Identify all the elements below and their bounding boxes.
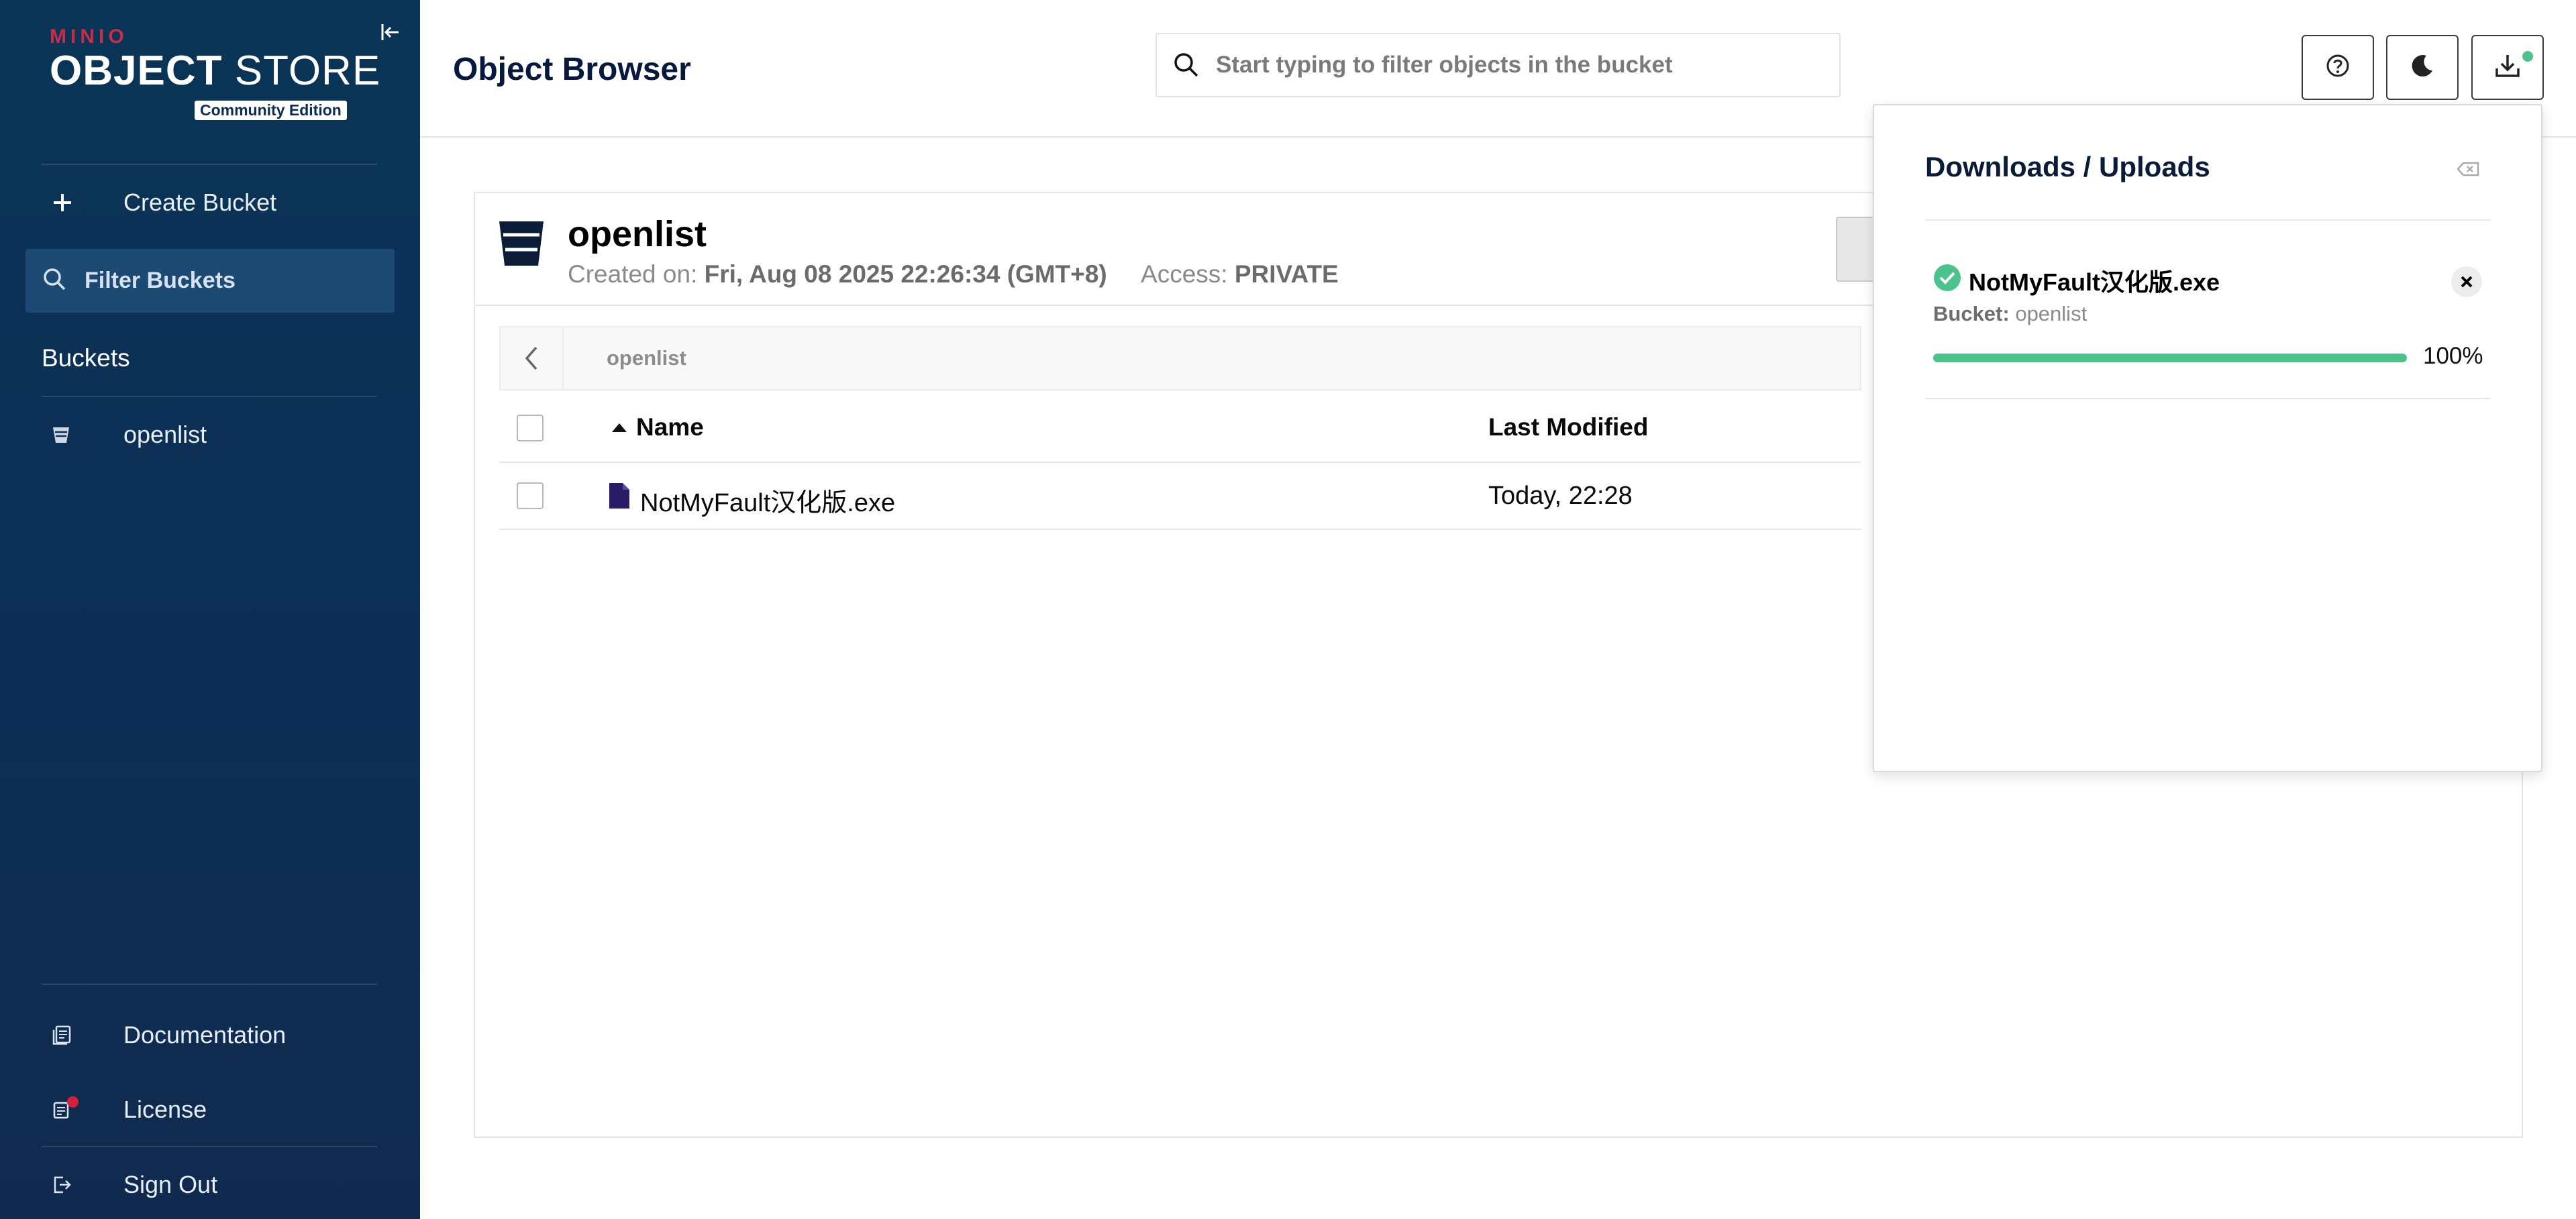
bucket-icon bbox=[497, 219, 546, 272]
bucket-created-value: Fri, Aug 08 2025 22:26:34 (GMT+8) bbox=[704, 260, 1107, 288]
sign-out-button[interactable]: Sign Out bbox=[42, 1165, 377, 1205]
transfer-progress-text: 100% bbox=[2423, 343, 2483, 369]
transfer-progress-fill bbox=[1933, 354, 2407, 362]
clear-all-icon[interactable] bbox=[2455, 159, 2482, 179]
downloads-uploads-panel: Downloads / Uploads NotMyFault汉化版.exe Bu… bbox=[1873, 104, 2542, 772]
close-icon[interactable] bbox=[2451, 266, 2482, 297]
transfer-file-name: NotMyFault汉化版.exe bbox=[1969, 268, 2220, 296]
table-header: Name Last Modified bbox=[499, 390, 1861, 463]
bucket-name: openlist bbox=[568, 214, 707, 254]
minio-logo: MINIO OBJECT STORE Community Edition bbox=[50, 25, 381, 120]
license-link[interactable]: License bbox=[42, 1090, 377, 1130]
bucket-info-card: openlist Created on: Fri, Aug 08 2025 22… bbox=[474, 192, 1903, 306]
filter-buckets-label: Filter Buckets bbox=[85, 268, 236, 293]
license-alert-dot bbox=[67, 1096, 79, 1108]
sidebar-divider bbox=[42, 984, 377, 985]
plus-icon bbox=[42, 182, 89, 223]
activity-indicator-dot bbox=[2521, 50, 2534, 63]
buckets-section-title: Buckets bbox=[42, 344, 130, 372]
create-bucket-button[interactable]: Create Bucket bbox=[42, 182, 377, 223]
download-tray-icon bbox=[2493, 51, 2522, 84]
sort-ascending-icon bbox=[611, 421, 628, 437]
breadcrumb-path[interactable]: openlist bbox=[607, 346, 686, 370]
moon-icon bbox=[2409, 52, 2436, 83]
bucket-access-value: PRIVATE bbox=[1234, 260, 1339, 288]
search-icon bbox=[42, 266, 67, 295]
logo-edition: Community Edition bbox=[195, 101, 347, 120]
sidebar: MINIO OBJECT STORE Community Edition Cre… bbox=[0, 0, 420, 1219]
transfer-bucket: Bucket: openlist bbox=[1933, 302, 2088, 325]
license-label: License bbox=[123, 1096, 207, 1123]
search-input[interactable] bbox=[1216, 52, 1820, 78]
back-button[interactable] bbox=[501, 327, 564, 389]
search-icon bbox=[1172, 50, 1201, 80]
table-row[interactable]: NotMyFault汉化版.exe Today, 22:28 bbox=[499, 463, 1861, 530]
transfer-progress-bar bbox=[1933, 354, 2407, 362]
license-icon bbox=[42, 1090, 89, 1130]
object-filter-search[interactable] bbox=[1155, 33, 1841, 97]
document-icon bbox=[42, 1015, 89, 1055]
panel-divider bbox=[1925, 219, 2490, 221]
chevron-left-icon bbox=[525, 346, 537, 370]
sidebar-divider bbox=[42, 396, 377, 397]
logout-icon bbox=[42, 1165, 89, 1205]
downloads-uploads-button[interactable] bbox=[2471, 35, 2544, 100]
dark-mode-toggle[interactable] bbox=[2386, 35, 2459, 100]
page-title: Object Browser bbox=[453, 52, 691, 87]
filter-buckets-button[interactable]: Filter Buckets bbox=[25, 249, 395, 313]
column-name[interactable]: Name bbox=[636, 413, 704, 441]
file-icon bbox=[608, 482, 631, 513]
sidebar-bucket-openlist[interactable]: openlist bbox=[42, 415, 377, 455]
documentation-label: Documentation bbox=[123, 1021, 287, 1049]
help-button[interactable] bbox=[2302, 35, 2374, 100]
column-last-modified[interactable]: Last Modified bbox=[1488, 413, 1648, 441]
check-circle-icon bbox=[1933, 264, 1961, 292]
bucket-icon bbox=[42, 415, 89, 455]
breadcrumb: openlist bbox=[499, 326, 1861, 390]
row-checkbox[interactable] bbox=[517, 482, 544, 509]
create-bucket-label: Create Bucket bbox=[123, 189, 277, 216]
sign-out-label: Sign Out bbox=[123, 1171, 218, 1198]
help-icon bbox=[2324, 52, 2351, 83]
documentation-link[interactable]: Documentation bbox=[42, 1015, 377, 1055]
bucket-meta: Created on: Fri, Aug 08 2025 22:26:34 (G… bbox=[568, 260, 1339, 288]
sidebar-divider bbox=[42, 1146, 377, 1147]
object-last-modified: Today, 22:28 bbox=[1488, 482, 1633, 510]
logo-vendor: MINIO bbox=[50, 25, 128, 48]
select-all-checkbox[interactable] bbox=[517, 415, 544, 441]
panel-divider bbox=[1925, 398, 2490, 399]
collapse-sidebar-icon[interactable] bbox=[377, 19, 404, 46]
logo-brand: OBJECT STORE bbox=[50, 48, 381, 94]
sidebar-bucket-label: openlist bbox=[123, 421, 207, 448]
sidebar-divider bbox=[42, 164, 377, 165]
object-name[interactable]: NotMyFault汉化版.exe bbox=[640, 482, 895, 519]
downloads-panel-title: Downloads / Uploads bbox=[1925, 151, 2210, 182]
